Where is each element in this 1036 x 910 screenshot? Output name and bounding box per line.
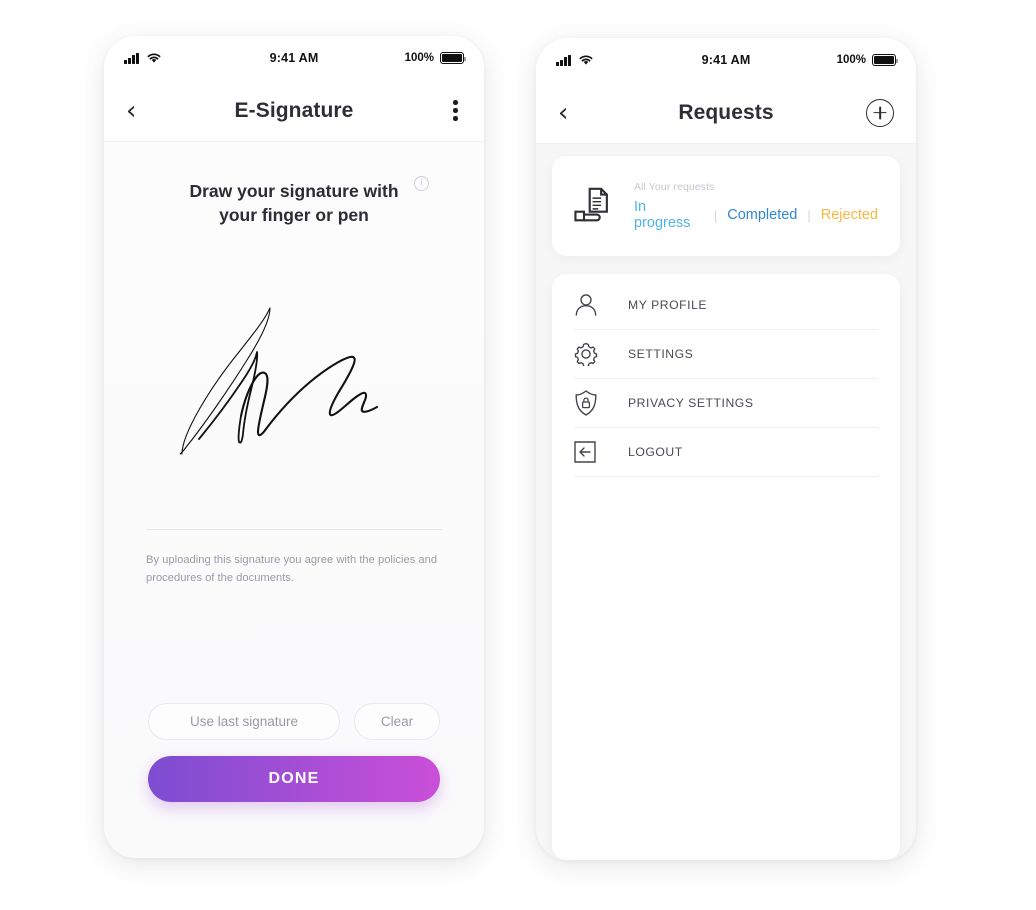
menu-label-settings: SETTINGS [628, 347, 694, 361]
navbar-actions-left [449, 96, 462, 125]
request-filter-rejected[interactable]: Rejected [821, 207, 878, 223]
status-bar-left: 9:41 AM 100% [104, 36, 484, 80]
requests-summary-texts: All Your requests In progress | Complete… [634, 181, 878, 231]
page-title: E-Signature [234, 98, 354, 122]
signal-bars-icon [556, 54, 571, 66]
navbar-esignature: ‹ E-Signature [104, 80, 484, 142]
request-filter-completed[interactable]: Completed [727, 207, 797, 223]
menu-item-logout[interactable]: LOGOUT [574, 428, 878, 477]
signature-terms-text: By uploading this signature you agree wi… [146, 554, 438, 584]
status-bar-right: 9:41 AM 100% [536, 38, 916, 82]
user-icon [574, 293, 618, 317]
use-last-signature-button[interactable]: Use last signature [148, 703, 340, 740]
battery-full-icon [440, 52, 467, 64]
signature-divider [146, 529, 442, 531]
gear-icon [574, 342, 618, 366]
menu-item-settings[interactable]: SETTINGS [574, 330, 878, 379]
signature-screen-body: Draw your signature with your finger or … [104, 142, 484, 858]
secondary-action-row: Use last signature Clear [148, 703, 440, 740]
request-filter-in-progress[interactable]: In progress [634, 199, 704, 231]
requests-screen-body: All Your requests In progress | Complete… [536, 144, 916, 860]
logout-arrow-icon [574, 441, 618, 463]
signal-bars-icon [124, 52, 139, 64]
signature-heading-wrap: Draw your signature with your finger or … [104, 176, 484, 227]
menu-label-privacy-settings: PRIVACY SETTINGS [628, 396, 754, 410]
done-button[interactable]: DONE [148, 756, 440, 802]
wifi-icon [147, 53, 161, 63]
requests-filter-row: In progress | Completed | Rejected [634, 199, 878, 231]
menu-label-my-profile: MY PROFILE [628, 298, 708, 312]
requests-subtitle: All Your requests [634, 181, 715, 193]
signature-canvas[interactable] [104, 239, 484, 529]
battery-percent-label: 100% [836, 54, 866, 66]
navbar-requests: ‹ Requests [536, 82, 916, 144]
filter-separator: | [713, 207, 718, 223]
phone-esignature: 9:41 AM 100% ‹ E-Signature Draw your sig… [104, 36, 484, 858]
signature-ink-drawing [179, 307, 379, 455]
signature-heading: Draw your signature with your finger or … [189, 181, 399, 225]
kebab-menu-icon[interactable] [449, 96, 462, 125]
navbar-actions-right [866, 98, 894, 127]
signature-actions: Use last signature Clear DONE [104, 703, 484, 802]
menu-label-logout: LOGOUT [628, 445, 683, 459]
status-bar-left-cluster-right [556, 54, 594, 66]
menu-item-my-profile[interactable]: MY PROFILE [574, 281, 878, 330]
status-bar-right-cluster: 100% [836, 54, 899, 66]
clear-button[interactable]: Clear [354, 703, 440, 740]
account-menu-card: MY PROFILE SETTINGS PRIVACY SETTINGS LOG… [552, 274, 900, 860]
menu-item-privacy-settings[interactable]: PRIVACY SETTINGS [574, 379, 878, 428]
bottom-spacer [104, 802, 484, 858]
screenshot-stage: 9:41 AM 100% ‹ E-Signature Draw your sig… [0, 0, 1036, 910]
filter-separator: | [807, 207, 811, 223]
back-button[interactable]: ‹ [558, 100, 584, 126]
requests-summary-card[interactable]: All Your requests In progress | Complete… [552, 156, 900, 256]
phone-requests: 9:41 AM 100% ‹ Requests All Your request… [536, 38, 916, 860]
shield-lock-icon [574, 390, 618, 416]
battery-full-icon [872, 54, 899, 66]
document-in-hand-icon [574, 187, 620, 225]
battery-percent-label: 100% [404, 52, 434, 64]
status-bar-left-cluster [124, 52, 162, 64]
back-button[interactable]: ‹ [126, 98, 152, 124]
plus-circle-icon[interactable] [866, 98, 894, 127]
page-title: Requests [678, 100, 774, 124]
status-bar-right-cluster: 100% [404, 52, 467, 64]
info-icon[interactable]: i [414, 176, 429, 191]
wifi-icon [579, 55, 593, 65]
